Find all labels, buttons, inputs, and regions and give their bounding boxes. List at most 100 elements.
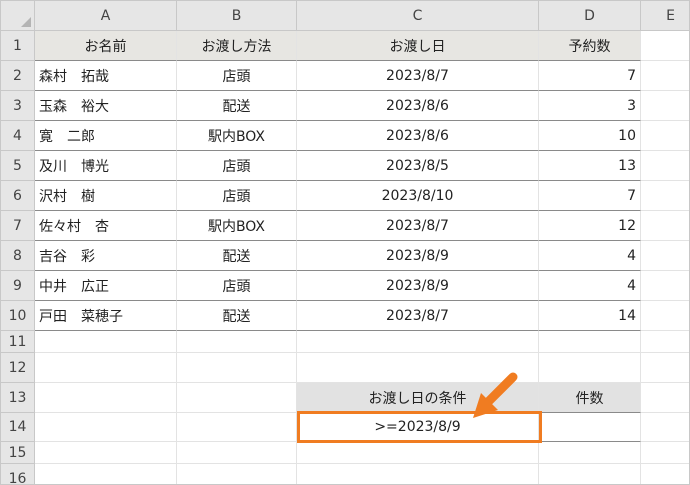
cell-d1[interactable]: 予約数 [539,31,641,61]
row-header-3[interactable]: 3 [1,91,35,121]
row-header-13[interactable]: 13 [1,383,35,413]
cell-e5[interactable] [641,151,689,181]
cell-b16[interactable] [177,464,297,484]
cell-a12[interactable] [35,353,177,383]
cell-d13[interactable]: 件数 [539,383,641,413]
cell-c13[interactable]: お渡し日の条件 [297,383,539,413]
column-header-b[interactable]: B [177,1,297,31]
cell-c5[interactable]: 2023/8/5 [297,151,539,181]
cell-e16[interactable] [641,464,689,484]
cell-b10[interactable]: 配送 [177,301,297,331]
cell-c6[interactable]: 2023/8/10 [297,181,539,211]
cell-a15[interactable] [35,442,177,464]
cell-a3[interactable]: 玉森 裕大 [35,91,177,121]
cell-a5[interactable]: 及川 博光 [35,151,177,181]
cell-b2[interactable]: 店頭 [177,61,297,91]
cell-b14[interactable] [177,413,297,442]
cell-e9[interactable] [641,271,689,301]
column-header-a[interactable]: A [35,1,177,31]
cell-b3[interactable]: 配送 [177,91,297,121]
cell-a2[interactable]: 森村 拓哉 [35,61,177,91]
cell-d5[interactable]: 13 [539,151,641,181]
cell-a7[interactable]: 佐々村 杏 [35,211,177,241]
row-header-10[interactable]: 10 [1,301,35,331]
cell-d11[interactable] [539,331,641,353]
column-header-c[interactable]: C [297,1,539,31]
cell-d9[interactable]: 4 [539,271,641,301]
row-header-16[interactable]: 16 [1,464,35,484]
cell-e6[interactable] [641,181,689,211]
cell-c16[interactable] [297,464,539,484]
row-header-7[interactable]: 7 [1,211,35,241]
row-header-1[interactable]: 1 [1,31,35,61]
cell-c12[interactable] [297,353,539,383]
cell-b5[interactable]: 店頭 [177,151,297,181]
row-header-9[interactable]: 9 [1,271,35,301]
cell-a14[interactable] [35,413,177,442]
cell-c10[interactable]: 2023/8/7 [297,301,539,331]
cell-b7[interactable]: 駅内BOX [177,211,297,241]
row-header-14[interactable]: 14 [1,413,35,442]
cell-c2[interactable]: 2023/8/7 [297,61,539,91]
cell-e1[interactable] [641,31,689,61]
cell-d4[interactable]: 10 [539,121,641,151]
cell-d10[interactable]: 14 [539,301,641,331]
cell-e11[interactable] [641,331,689,353]
select-all-button[interactable] [1,1,35,31]
cell-e7[interactable] [641,211,689,241]
cell-b6[interactable]: 店頭 [177,181,297,211]
cell-a1[interactable]: お名前 [35,31,177,61]
cell-a16[interactable] [35,464,177,484]
cell-e8[interactable] [641,241,689,271]
cell-e13[interactable] [641,383,689,413]
cell-a4[interactable]: 寛 二郎 [35,121,177,151]
cell-d16[interactable] [539,464,641,484]
cell-c3[interactable]: 2023/8/6 [297,91,539,121]
cell-a13[interactable] [35,383,177,413]
cell-e4[interactable] [641,121,689,151]
row-header-6[interactable]: 6 [1,181,35,211]
cell-c1[interactable]: お渡し日 [297,31,539,61]
cell-c11[interactable] [297,331,539,353]
cell-c15[interactable] [297,442,539,464]
cell-d7[interactable]: 12 [539,211,641,241]
cell-b1[interactable]: お渡し方法 [177,31,297,61]
column-header-d[interactable]: D [539,1,641,31]
cell-b15[interactable] [177,442,297,464]
row-header-12[interactable]: 12 [1,353,35,383]
cell-b9[interactable]: 店頭 [177,271,297,301]
cell-d3[interactable]: 3 [539,91,641,121]
cell-d14[interactable] [539,413,641,442]
cell-a8[interactable]: 吉谷 彩 [35,241,177,271]
cell-b12[interactable] [177,353,297,383]
cell-d15[interactable] [539,442,641,464]
cell-e10[interactable] [641,301,689,331]
cell-c7[interactable]: 2023/8/7 [297,211,539,241]
row-header-2[interactable]: 2 [1,61,35,91]
cell-b8[interactable]: 配送 [177,241,297,271]
cell-b11[interactable] [177,331,297,353]
cell-c4[interactable]: 2023/8/6 [297,121,539,151]
column-header-e[interactable]: E [641,1,689,31]
cell-a9[interactable]: 中井 広正 [35,271,177,301]
cell-e14[interactable] [641,413,689,442]
cell-e12[interactable] [641,353,689,383]
cell-e15[interactable] [641,442,689,464]
cell-b4[interactable]: 駅内BOX [177,121,297,151]
cell-d12[interactable] [539,353,641,383]
row-header-8[interactable]: 8 [1,241,35,271]
row-header-11[interactable]: 11 [1,331,35,353]
cell-c8[interactable]: 2023/8/9 [297,241,539,271]
cell-a11[interactable] [35,331,177,353]
cell-d8[interactable]: 4 [539,241,641,271]
cell-a10[interactable]: 戸田 菜穂子 [35,301,177,331]
cell-d2[interactable]: 7 [539,61,641,91]
cell-b13[interactable] [177,383,297,413]
row-header-15[interactable]: 15 [1,442,35,464]
cell-d6[interactable]: 7 [539,181,641,211]
cell-a6[interactable]: 沢村 樹 [35,181,177,211]
row-header-4[interactable]: 4 [1,121,35,151]
cell-e2[interactable] [641,61,689,91]
cell-c9[interactable]: 2023/8/9 [297,271,539,301]
row-header-5[interactable]: 5 [1,151,35,181]
